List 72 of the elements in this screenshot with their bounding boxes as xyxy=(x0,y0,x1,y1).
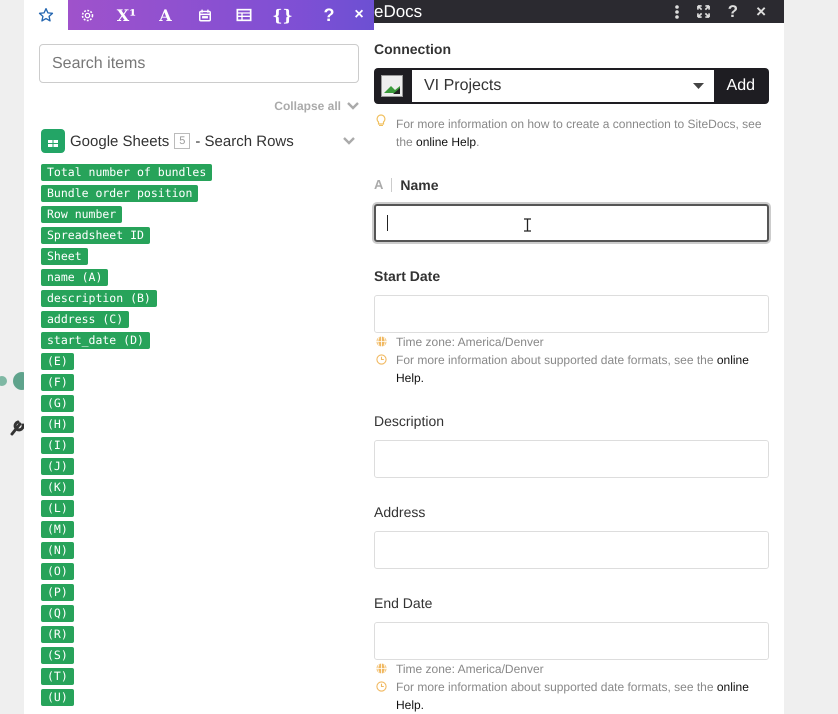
mapping-item[interactable]: Bundle order position xyxy=(41,185,198,202)
field-label: Connection xyxy=(374,41,452,57)
spreadsheet-icon xyxy=(41,129,65,153)
field-label: Description xyxy=(374,413,444,429)
field-hint: For more information about supported date formats, see the online Help. xyxy=(396,679,749,714)
mapping-item[interactable]: Sheet xyxy=(41,248,88,265)
input-field[interactable] xyxy=(374,204,769,242)
field-label: End Date xyxy=(374,595,432,611)
module-number: 5 xyxy=(174,133,190,149)
text-cursor-icon xyxy=(524,218,531,232)
mapping-item[interactable]: address (C) xyxy=(41,311,130,328)
close-button[interactable]: × xyxy=(756,2,766,22)
toolbar-tab[interactable]: A xyxy=(146,0,185,30)
connection-value: VI Projects xyxy=(424,77,502,95)
field-hint: Time zone: America/Denver xyxy=(396,661,544,678)
connection-select[interactable]: VI Projects Add xyxy=(374,68,769,104)
mapping-item[interactable]: (H) xyxy=(41,416,74,433)
mapping-item[interactable]: (N) xyxy=(41,542,74,559)
module-action: - Search Rows xyxy=(195,132,294,150)
mapping-item[interactable]: (Q) xyxy=(41,605,74,622)
help-link[interactable]: online xyxy=(716,680,749,694)
mapping-item[interactable]: description (B) xyxy=(41,290,157,307)
mapping-item[interactable]: (S) xyxy=(41,647,74,664)
help-button[interactable]: ? xyxy=(314,0,344,30)
mapping-item[interactable]: (R) xyxy=(41,626,74,643)
help-link[interactable]: online Help xyxy=(416,135,476,149)
field-label: Address xyxy=(374,504,426,520)
dropdown-caret-icon xyxy=(692,83,704,89)
mapping-item[interactable]: Spreadsheet ID xyxy=(41,227,150,244)
mapping-item[interactable]: (K) xyxy=(41,479,74,496)
mapping-item[interactable]: (L) xyxy=(41,500,74,517)
module-name: Google Sheets xyxy=(70,132,170,150)
mapping-item[interactable]: (O) xyxy=(41,563,74,580)
image-icon xyxy=(381,75,403,97)
collapse-all-button[interactable]: Collapse all xyxy=(274,99,341,113)
connection-hint: For more information on how to create a connection to SiteDocs, see the online Help. xyxy=(396,116,763,151)
clock-icon xyxy=(376,681,387,692)
help-link[interactable]: online xyxy=(716,353,749,367)
mapping-item[interactable]: Row number xyxy=(41,206,122,223)
mapping-item[interactable]: (J) xyxy=(41,458,74,475)
table-icon xyxy=(236,8,252,22)
settings-icon xyxy=(80,8,95,22)
toolbar-tab[interactable]: X¹ xyxy=(107,0,146,30)
mapping-item[interactable]: Total number of bundles xyxy=(41,164,212,181)
mapping-item[interactable]: start_date (D) xyxy=(41,332,150,349)
close-button[interactable]: × xyxy=(344,0,374,30)
mapping-item[interactable]: (G) xyxy=(41,395,74,412)
field-hint: For more information about supported date formats, see the online Help. xyxy=(396,352,749,387)
toolbar-tab[interactable] xyxy=(24,0,68,30)
field-label: Name xyxy=(400,177,439,193)
field-hint: Time zone: America/Denver xyxy=(396,334,544,351)
field-label: Start Date xyxy=(374,268,440,284)
mapping-item[interactable]: (P) xyxy=(41,584,74,601)
add-button[interactable]: Add xyxy=(714,77,769,95)
lightbulb-icon xyxy=(376,114,386,127)
help-button[interactable]: ? xyxy=(728,2,738,22)
star-icon xyxy=(38,7,54,23)
mapping-item[interactable]: (F) xyxy=(41,374,74,391)
mapping-item[interactable]: (E) xyxy=(41,353,74,370)
calendar-icon xyxy=(198,8,212,22)
more-icon[interactable] xyxy=(674,4,679,18)
dialog-title: eDocs xyxy=(374,2,422,22)
mapping-item[interactable]: (I) xyxy=(41,437,74,454)
mapping-item[interactable]: (T) xyxy=(41,668,74,685)
search-field[interactable]: Search items xyxy=(39,44,359,83)
expand-icon[interactable] xyxy=(696,5,710,18)
chevron-down-icon xyxy=(347,102,359,110)
clock-icon xyxy=(376,354,387,365)
mapping-item[interactable]: (U) xyxy=(41,689,74,706)
mapping-item[interactable]: (M) xyxy=(41,521,74,538)
toolbar-tab[interactable]: {} xyxy=(263,0,302,30)
mapping-item[interactable]: name (A) xyxy=(41,269,108,286)
